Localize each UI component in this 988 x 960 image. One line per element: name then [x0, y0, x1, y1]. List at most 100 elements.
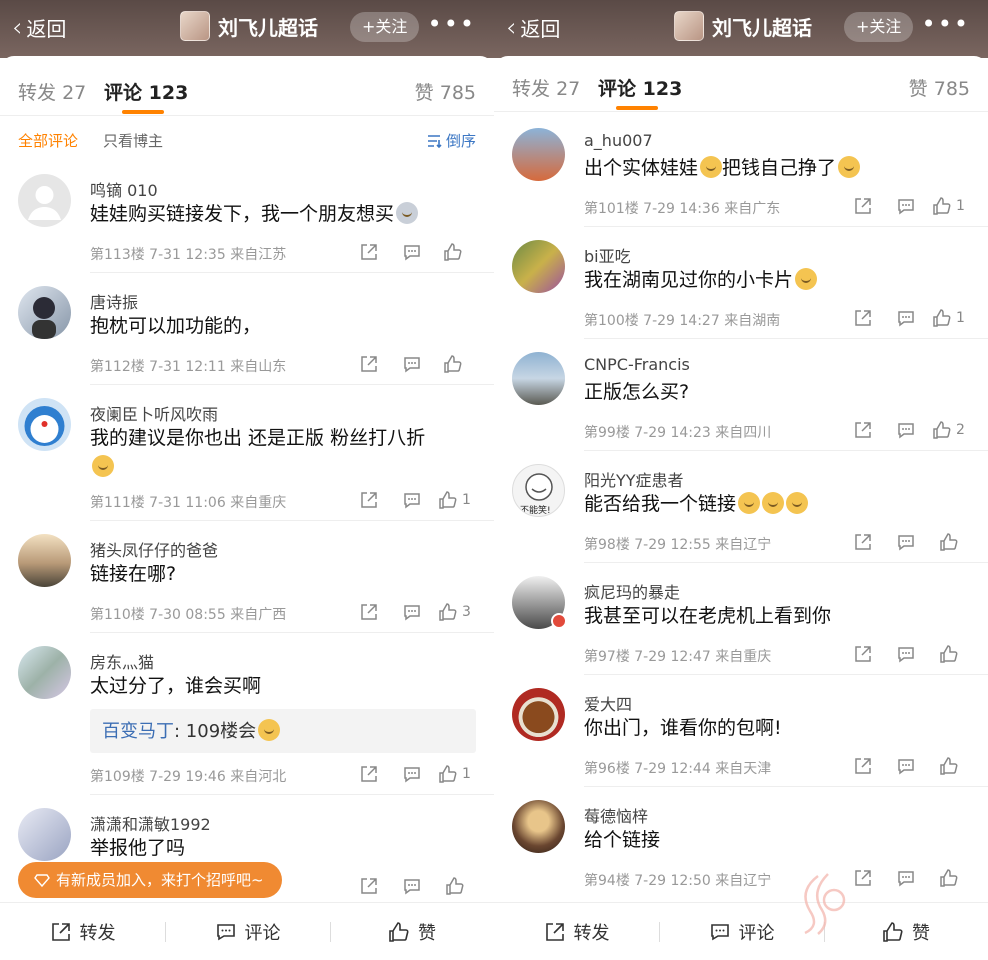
share-button[interactable] — [347, 242, 390, 262]
avatar[interactable] — [512, 128, 565, 181]
reply-button[interactable] — [884, 532, 927, 552]
doge-emoji-icon — [795, 268, 818, 290]
tab-comment[interactable]: 评论 123 — [598, 74, 682, 101]
sort-order-button[interactable]: 倒序 — [426, 130, 476, 151]
comment-username[interactable]: 莓德恼梓 — [584, 803, 648, 827]
comment-filters: 全部评论 只看博主 倒序 — [0, 118, 494, 162]
reply-button[interactable] — [884, 756, 927, 776]
tab-like[interactable]: 赞 785 — [909, 74, 970, 101]
comment-username[interactable]: 爱大四 — [584, 691, 632, 715]
comment-username[interactable]: CNPC-Francis — [584, 355, 690, 374]
share-button[interactable] — [841, 196, 884, 216]
divider — [584, 450, 988, 451]
share-button[interactable] — [841, 308, 884, 328]
share-button[interactable] — [347, 764, 390, 784]
reply-button[interactable] — [390, 876, 433, 896]
reply-button[interactable] — [884, 196, 927, 216]
like-button[interactable] — [433, 354, 476, 374]
avatar[interactable] — [18, 398, 71, 451]
filter-all-comments[interactable]: 全部评论 — [18, 130, 78, 151]
back-button[interactable]: ‹ 返回 — [12, 13, 66, 42]
reply-button[interactable] — [884, 644, 927, 664]
filter-author-only[interactable]: 只看博主 — [103, 130, 163, 151]
like-button[interactable]: 1 — [927, 308, 970, 328]
comment-username[interactable]: 潇潇和潇敏1992 — [90, 811, 211, 835]
tab-like[interactable]: 赞 785 — [415, 78, 476, 105]
bottom-like-button[interactable]: 赞 — [330, 903, 494, 960]
avatar[interactable]: 不能笑! — [512, 464, 565, 517]
comment-username[interactable]: bi亚吃 — [584, 243, 631, 267]
comment-actions: 1 — [841, 196, 970, 216]
comment-username[interactable]: 房东灬猫 — [90, 649, 154, 673]
avatar[interactable] — [18, 808, 71, 861]
like-button[interactable] — [927, 756, 970, 776]
share-button[interactable] — [841, 420, 884, 440]
comment-text-content: 把钱自己挣了 — [722, 157, 837, 179]
reply-button[interactable] — [884, 308, 927, 328]
tab-repost-label: 转发 — [512, 78, 551, 100]
like-button[interactable]: 1 — [927, 196, 970, 216]
reply-button[interactable] — [390, 764, 433, 784]
share-button[interactable] — [841, 532, 884, 552]
tab-like-label: 赞 — [414, 82, 434, 104]
share-button[interactable] — [841, 756, 884, 776]
bottom-comment-button[interactable]: 评论 — [165, 903, 330, 960]
bottom-repost-button[interactable]: 转发 — [0, 903, 165, 960]
avatar[interactable] — [512, 240, 565, 293]
more-options-icon[interactable]: ••• — [428, 12, 476, 36]
reply-button[interactable] — [390, 242, 433, 262]
share-button[interactable] — [841, 644, 884, 664]
reply-username[interactable]: 百变马丁 — [102, 721, 174, 742]
like-button[interactable] — [927, 532, 970, 552]
reply-button[interactable] — [390, 354, 433, 374]
comment-username[interactable]: 夜阑臣卜听风吹雨 — [90, 401, 218, 425]
divider — [90, 794, 494, 795]
comment-text: 抱枕可以加功能的， — [90, 315, 262, 337]
reply-button[interactable] — [390, 602, 433, 622]
like-button[interactable] — [927, 644, 970, 664]
avatar[interactable] — [512, 800, 565, 853]
follow-button[interactable]: +关注 — [844, 12, 914, 42]
new-member-toast[interactable]: 有新成员加入，来打个招呼吧~ — [18, 862, 282, 898]
comment-username[interactable]: 阳光YY症患者 — [584, 467, 684, 491]
like-button[interactable] — [433, 876, 476, 896]
more-options-icon[interactable]: ••• — [922, 12, 970, 36]
comment-username[interactable]: 疯尼玛的暴走 — [584, 579, 680, 603]
share-button[interactable] — [347, 602, 390, 622]
like-button[interactable]: 3 — [433, 602, 476, 622]
avatar[interactable] — [18, 286, 71, 339]
reply-button[interactable] — [884, 420, 927, 440]
back-button[interactable]: ‹ 返回 — [506, 13, 560, 42]
avatar[interactable] — [512, 688, 565, 741]
doge-emoji-icon — [762, 492, 785, 514]
bottom-repost-button[interactable]: 转发 — [494, 903, 659, 960]
avatar[interactable] — [18, 534, 71, 587]
share-button[interactable] — [347, 490, 390, 510]
comment-meta: 第97楼 7-29 12:47 来自重庆 — [584, 649, 772, 665]
thumbs-up-icon — [443, 355, 461, 373]
tab-repost[interactable]: 转发 27 — [18, 78, 86, 105]
tab-comment[interactable]: 评论 123 — [104, 78, 188, 105]
comment-username[interactable]: 唐诗振 — [90, 289, 138, 313]
share-button[interactable] — [347, 876, 390, 896]
like-button[interactable]: 1 — [433, 764, 476, 784]
comment-username[interactable]: 鸣镝 010 — [90, 177, 158, 201]
share-icon — [360, 492, 377, 508]
avatar[interactable] — [512, 352, 565, 405]
follow-button[interactable]: +关注 — [350, 12, 420, 42]
comment-username[interactable]: 猪头凤仔仔的爸爸 — [90, 537, 218, 561]
share-button[interactable] — [347, 354, 390, 374]
reply-preview[interactable]: 百变马丁: 109楼会 — [90, 709, 476, 753]
share-icon — [360, 356, 377, 372]
reply-button[interactable] — [390, 490, 433, 510]
avatar[interactable] — [18, 174, 71, 227]
comment-text: 链接在哪? — [90, 563, 177, 585]
like-button[interactable]: 2 — [927, 420, 970, 440]
like-button[interactable]: 1 — [433, 490, 476, 510]
tab-repost[interactable]: 转发 27 — [512, 74, 580, 101]
avatar[interactable] — [18, 646, 71, 699]
like-button[interactable] — [433, 242, 476, 262]
topic-header[interactable]: 刘飞儿超话 — [180, 11, 318, 41]
topic-header[interactable]: 刘飞儿超话 — [674, 11, 812, 41]
comment-username[interactable]: a_hu007 — [584, 131, 653, 150]
